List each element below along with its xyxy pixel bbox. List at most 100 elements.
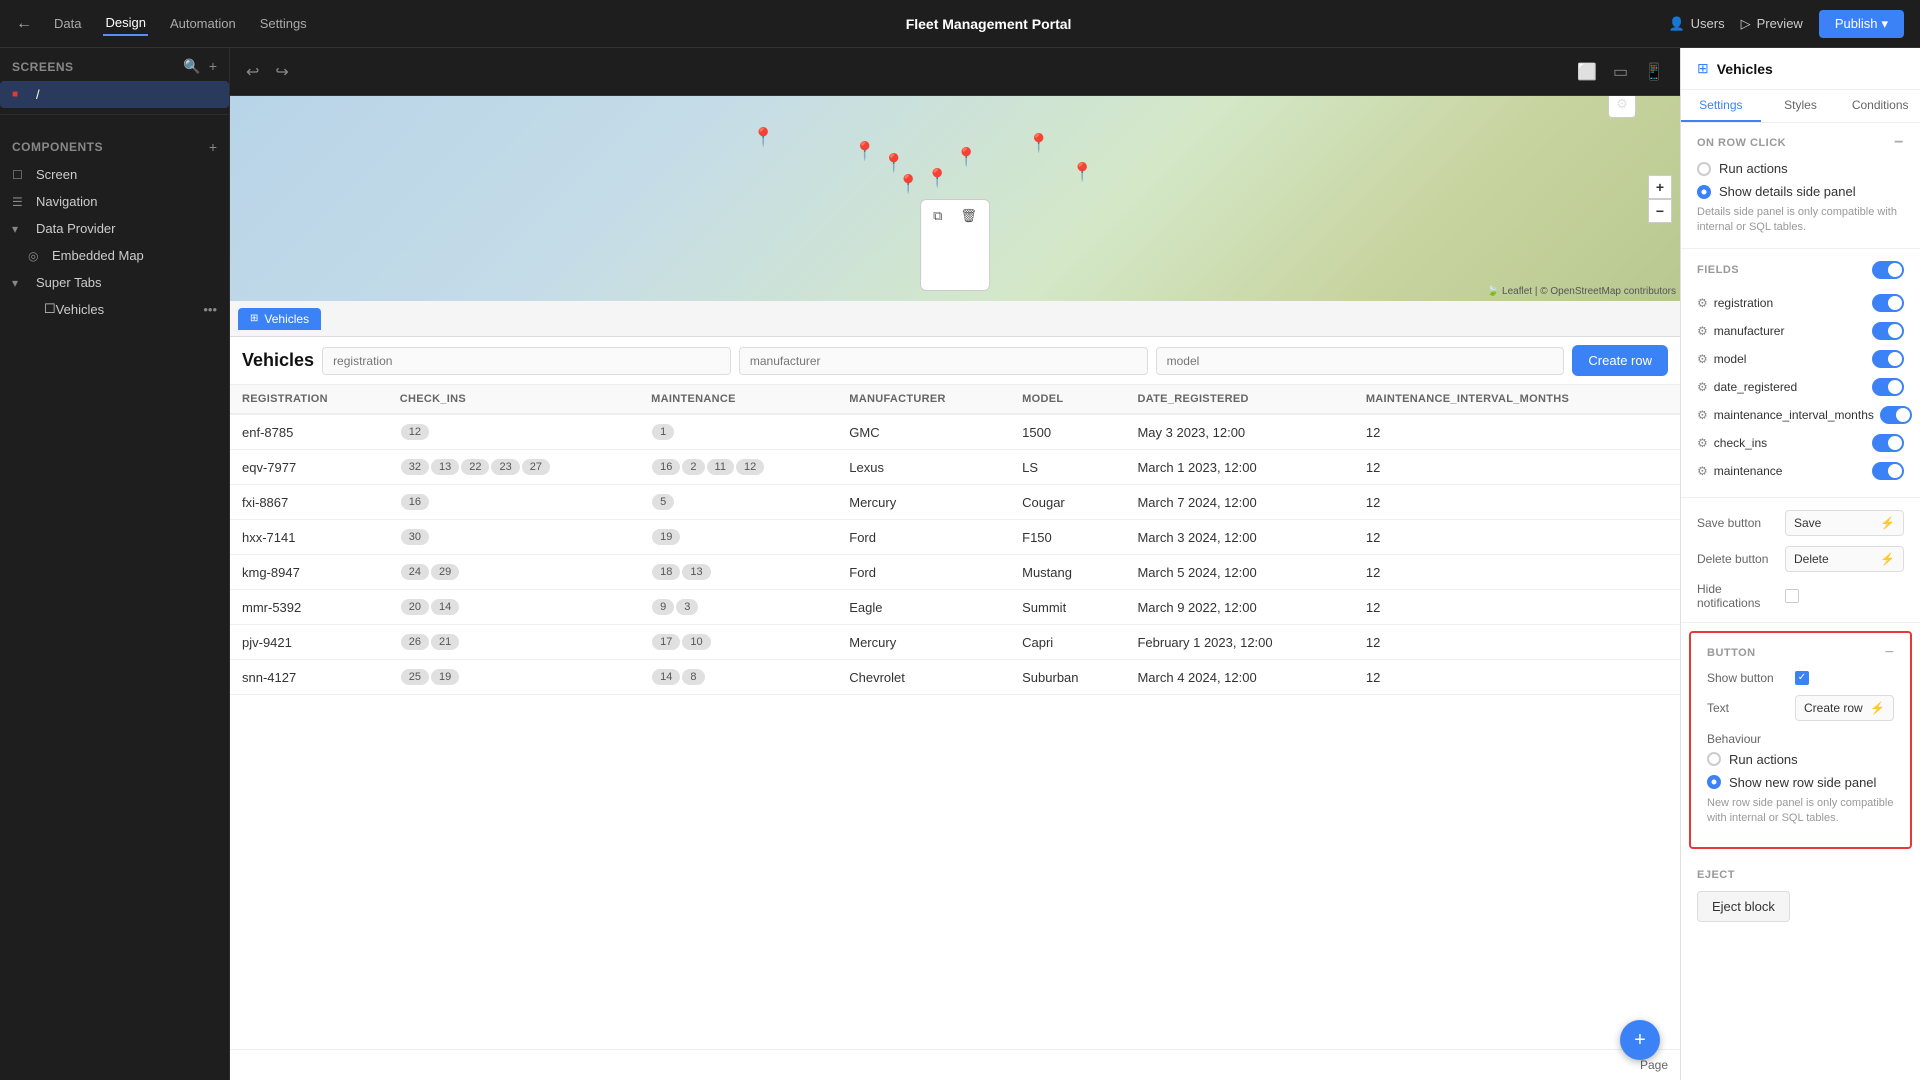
table-row[interactable]: mmr-5392 2014 93 Eagle Summit March 9 20… — [230, 590, 1680, 625]
field-name-label: maintenance — [1714, 464, 1866, 478]
collapse-on-row-click-icon[interactable]: − — [1894, 135, 1904, 151]
back-button[interactable]: ← — [16, 15, 32, 33]
show-details-option[interactable]: Show details side panel — [1697, 184, 1904, 199]
add-screen-icon[interactable]: + — [209, 58, 217, 75]
run-actions-radio[interactable] — [1697, 162, 1711, 176]
undo-button[interactable]: ↩ — [242, 58, 263, 86]
maintenance-badge: 9 — [652, 599, 674, 615]
sidebar-item-navigation[interactable]: ☰ Navigation — [0, 188, 229, 215]
table-row[interactable]: hxx-7141 30 19 Ford F150 March 3 2024, 1… — [230, 520, 1680, 555]
table-row[interactable]: fxi-8867 16 5 Mercury Cougar March 7 202… — [230, 485, 1680, 520]
delete-button-input[interactable]: Delete ⚡ — [1785, 546, 1904, 572]
cell-model: F150 — [1010, 520, 1125, 555]
screen-root-item[interactable]: ■ / — [0, 81, 229, 108]
mobile-view-button[interactable]: 📱 — [1640, 58, 1668, 86]
search-model-input[interactable] — [1156, 347, 1565, 375]
show-new-row-option[interactable]: Show new row side panel — [1707, 775, 1894, 790]
run-actions-option[interactable]: Run actions — [1697, 161, 1904, 176]
main-area: Screens 🔍 + ■ / Components + ☐ Screen ☰ … — [0, 48, 1920, 1080]
tab-settings[interactable]: Settings — [1681, 90, 1761, 122]
button-section-title: BUTTON — [1707, 647, 1756, 659]
field-gear-icon[interactable]: ⚙ — [1697, 352, 1708, 366]
desktop-view-button[interactable]: ⬜ — [1573, 58, 1601, 86]
text-input[interactable]: Create row ⚡ — [1795, 695, 1894, 721]
field-name-label: maintenance_interval_months — [1714, 408, 1874, 422]
sidebar-item-data-provider[interactable]: ▾ Data Provider — [0, 215, 229, 242]
field-toggle[interactable] — [1880, 406, 1912, 424]
map-duplicate-button[interactable]: ⧉ — [925, 204, 950, 287]
field-toggle[interactable] — [1872, 350, 1904, 368]
search-registration-input[interactable] — [322, 347, 731, 375]
redo-button[interactable]: ↪ — [271, 58, 292, 86]
zoom-out-button[interactable]: − — [1648, 199, 1672, 223]
on-row-click-section: ON ROW CLICK − Run actions Show details … — [1681, 123, 1920, 249]
tablet-view-button[interactable]: ▭ — [1609, 58, 1632, 86]
field-gear-icon[interactable]: ⚙ — [1697, 324, 1708, 338]
sidebar-item-super-tabs[interactable]: ▾ Super Tabs — [0, 269, 229, 296]
preview-button[interactable]: ▷ Preview — [1741, 16, 1803, 32]
nav-tab-automation[interactable]: Automation — [168, 12, 238, 35]
nav-tab-data[interactable]: Data — [52, 12, 83, 35]
screen-root-label: / — [36, 87, 40, 102]
check-in-badge: 12 — [401, 424, 429, 440]
eject-block-button[interactable]: Eject block — [1697, 891, 1790, 922]
maintenance-badge: 11 — [707, 459, 734, 475]
run-actions-behaviour-option[interactable]: Run actions — [1707, 752, 1894, 767]
cell-maintenance-interval: 12 — [1354, 485, 1680, 520]
zoom-in-button[interactable]: + — [1648, 175, 1672, 199]
field-toggle[interactable] — [1872, 462, 1904, 480]
save-button-input[interactable]: Save ⚡ — [1785, 510, 1904, 536]
map-delete-button[interactable]: 🗑 — [952, 204, 985, 287]
pagination-label: Page — [1640, 1058, 1668, 1072]
add-component-icon[interactable]: + — [209, 139, 217, 155]
search-manufacturer-input[interactable] — [739, 347, 1148, 375]
field-gear-icon[interactable]: ⚙ — [1697, 464, 1708, 478]
cell-check-ins: 12 — [388, 414, 639, 450]
fields-master-toggle[interactable] — [1872, 261, 1904, 279]
vehicles-tab[interactable]: ⊞ Vehicles — [238, 308, 321, 330]
sidebar-item-vehicles[interactable]: ☐ Vehicles ••• — [0, 296, 229, 322]
field-gear-icon[interactable]: ⚙ — [1697, 380, 1708, 394]
field-toggle[interactable] — [1872, 434, 1904, 452]
save-button-label: Save button — [1697, 516, 1777, 530]
show-details-radio[interactable] — [1697, 185, 1711, 199]
table-row[interactable]: eqv-7977 3213222327 1621112 Lexus LS Mar… — [230, 450, 1680, 485]
field-toggle[interactable] — [1872, 294, 1904, 312]
tab-conditions[interactable]: Conditions — [1840, 90, 1920, 122]
nav-tab-settings[interactable]: Settings — [258, 12, 309, 35]
create-row-button[interactable]: Create row — [1572, 345, 1668, 376]
vehicles-options-icon[interactable]: ••• — [203, 302, 217, 317]
hide-notifications-checkbox[interactable] — [1785, 589, 1799, 603]
users-button[interactable]: 👤 Users — [1668, 16, 1724, 32]
cell-registration: pjv-9421 — [230, 625, 388, 660]
show-new-row-radio[interactable] — [1707, 775, 1721, 789]
table-row[interactable]: snn-4127 2519 148 Chevrolet Suburban Mar… — [230, 660, 1680, 695]
tab-styles[interactable]: Styles — [1761, 90, 1841, 122]
check-in-badge: 26 — [401, 634, 429, 650]
save-button-row: Save button Save ⚡ — [1697, 510, 1904, 536]
sidebar-item-screen[interactable]: ☐ Screen — [0, 161, 229, 188]
table-row[interactable]: enf-8785 12 1 GMC 1500 May 3 2023, 12:00… — [230, 414, 1680, 450]
field-gear-icon[interactable]: ⚙ — [1697, 436, 1708, 450]
search-icon[interactable]: 🔍 — [183, 58, 200, 75]
sidebar-item-data-provider-label: Data Provider — [36, 221, 115, 236]
nav-tab-design[interactable]: Design — [103, 11, 147, 36]
field-toggle[interactable] — [1872, 378, 1904, 396]
publish-button[interactable]: Publish ▾ — [1819, 10, 1904, 38]
sidebar-item-embedded-map[interactable]: ◎ Embedded Map — [0, 242, 229, 269]
show-button-checkbox[interactable] — [1795, 671, 1809, 685]
table-header-row: REGISTRATION CHECK_INS MAINTENANCE MANUF… — [230, 385, 1680, 414]
panel-header: ⊞ Vehicles — [1681, 48, 1920, 90]
map-settings-button[interactable]: ⚙ — [1608, 96, 1636, 118]
table-row[interactable]: kmg-8947 2429 1813 Ford Mustang March 5 … — [230, 555, 1680, 590]
components-header: Components + — [0, 129, 229, 161]
fab-button[interactable]: + — [1620, 1020, 1660, 1060]
publish-label: Publish — [1835, 16, 1878, 31]
collapse-button-section-icon[interactable]: − — [1885, 645, 1894, 661]
button-section-header: BUTTON − — [1707, 645, 1894, 661]
table-row[interactable]: pjv-9421 2621 1710 Mercury Capri Februar… — [230, 625, 1680, 660]
field-gear-icon[interactable]: ⚙ — [1697, 296, 1708, 310]
field-gear-icon[interactable]: ⚙ — [1697, 408, 1708, 422]
field-toggle[interactable] — [1872, 322, 1904, 340]
run-actions-behaviour-radio[interactable] — [1707, 752, 1721, 766]
